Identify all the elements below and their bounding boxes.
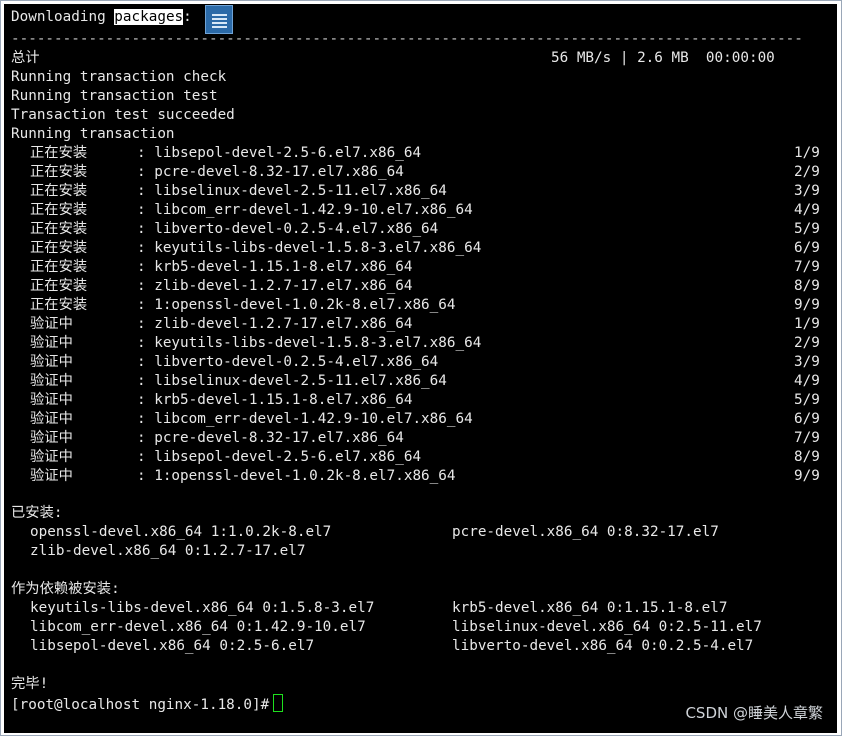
action-label: 验证中	[30, 449, 73, 465]
action-label: 正在安装	[30, 164, 88, 180]
complete-label: 完毕!	[11, 676, 49, 692]
dependency-package: krb5-devel.x86_64 0:1.15.1-8.el7	[452, 600, 728, 616]
package-name: : zlib-devel-1.2.7-17.el7.x86_64	[137, 316, 413, 332]
dependency-package: libsepol-devel.x86_64 0:2.5-6.el7	[30, 638, 315, 654]
action-label: 验证中	[30, 373, 73, 389]
status-line: Running transaction	[11, 126, 175, 142]
progress-count: 4/9	[794, 202, 820, 218]
installed-package: openssl-devel.x86_64 1:1.0.2k-8.el7	[30, 524, 332, 540]
progress-count: 7/9	[794, 430, 820, 446]
total-line: 总计 56 MB/s | 2.6 MB 00:00:00	[11, 49, 775, 68]
dependency-row: libsepol-devel.x86_64 0:2.5-6.el7 libver…	[11, 637, 753, 656]
package-name: : 1:openssl-devel-1.0.2k-8.el7.x86_64	[137, 468, 456, 484]
action-label: 正在安装	[30, 297, 88, 313]
package-name: : libsepol-devel-2.5-6.el7.x86_64	[137, 449, 422, 465]
downloading-line: Downloading packages:	[11, 8, 192, 27]
action-label: 正在安装	[30, 259, 88, 275]
package-name: : libcom_err-devel-1.42.9-10.el7.x86_64	[137, 202, 473, 218]
progress-count: 4/9	[794, 373, 820, 389]
separator-line: ----------------------------------------…	[11, 31, 803, 47]
progress-count: 8/9	[794, 278, 820, 294]
installed-row: openssl-devel.x86_64 1:1.0.2k-8.el7 pcre…	[11, 523, 719, 542]
package-name: : krb5-devel-1.15.1-8.el7.x86_64	[137, 259, 413, 275]
package-name: : 1:openssl-devel-1.0.2k-8.el7.x86_64	[137, 297, 456, 313]
terminal-output[interactable]: Downloading packages: ------------------…	[4, 4, 837, 733]
package-name: : libselinux-devel-2.5-11.el7.x86_64	[137, 183, 447, 199]
package-name: : libverto-devel-0.2.5-4.el7.x86_64	[137, 221, 439, 237]
dependency-row: keyutils-libs-devel.x86_64 0:1.5.8-3.el7…	[11, 599, 727, 618]
progress-count: 8/9	[794, 449, 820, 465]
installed-package: zlib-devel.x86_64 0:1.2.7-17.el7	[30, 543, 306, 559]
progress-count: 6/9	[794, 411, 820, 427]
dependency-package: libselinux-devel.x86_64 0:2.5-11.el7	[452, 619, 762, 635]
progress-count: 3/9	[794, 183, 820, 199]
progress-count: 1/9	[794, 145, 820, 161]
action-label: 正在安装	[30, 145, 88, 161]
action-label: 验证中	[30, 392, 73, 408]
package-name: : zlib-devel-1.2.7-17.el7.x86_64	[137, 278, 413, 294]
installed-row: zlib-devel.x86_64 0:1.2.7-17.el7	[11, 542, 305, 561]
package-name: : libcom_err-devel-1.42.9-10.el7.x86_64	[137, 411, 473, 427]
dependency-package: libcom_err-devel.x86_64 0:1.42.9-10.el7	[30, 619, 366, 635]
dependency-row: libcom_err-devel.x86_64 0:1.42.9-10.el7 …	[11, 618, 762, 637]
action-label: 正在安装	[30, 183, 88, 199]
package-name: : krb5-devel-1.15.1-8.el7.x86_64	[137, 392, 413, 408]
total-label: 总计	[11, 50, 40, 66]
shell-prompt: [root@localhost nginx-1.18.0]#	[11, 697, 270, 713]
progress-count: 9/9	[794, 297, 820, 313]
csdn-watermark: CSDN @睡美人章繁	[685, 704, 823, 722]
progress-count: 9/9	[794, 468, 820, 484]
progress-count: 5/9	[794, 221, 820, 237]
package-name: : libverto-devel-0.2.5-4.el7.x86_64	[137, 354, 439, 370]
action-label: 正在安装	[30, 278, 88, 294]
progress-count: 2/9	[794, 335, 820, 351]
progress-count: 1/9	[794, 316, 820, 332]
action-label: 正在安装	[30, 202, 88, 218]
dependencies-label: 作为依赖被安装:	[11, 581, 120, 597]
package-name: : pcre-devel-8.32-17.el7.x86_64	[137, 430, 404, 446]
shell-prompt-line[interactable]: [root@localhost nginx-1.18.0]#	[11, 694, 284, 713]
progress-count: 5/9	[794, 392, 820, 408]
action-label: 正在安装	[30, 240, 88, 256]
downloading-text: Downloading	[11, 9, 115, 25]
progress-count: 2/9	[794, 164, 820, 180]
package-name: : libselinux-devel-2.5-11.el7.x86_64	[137, 373, 447, 389]
progress-count: 3/9	[794, 354, 820, 370]
action-label: 验证中	[30, 335, 73, 351]
colon-text: :	[183, 9, 192, 25]
progress-count: 6/9	[794, 240, 820, 256]
status-line: Running transaction check	[11, 69, 227, 85]
installed-label: 已安装:	[11, 505, 63, 521]
action-label: 验证中	[30, 316, 73, 332]
total-stats: 56 MB/s | 2.6 MB 00:00:00	[551, 50, 775, 66]
cursor-block	[273, 694, 284, 712]
action-label: 验证中	[30, 430, 73, 446]
status-line: Transaction test succeeded	[11, 107, 235, 123]
action-label: 验证中	[30, 468, 73, 484]
package-name: : pcre-devel-8.32-17.el7.x86_64	[137, 164, 404, 180]
status-line: Running transaction test	[11, 88, 218, 104]
dependency-package: libverto-devel.x86_64 0:0.2.5-4.el7	[452, 638, 754, 654]
action-label: 正在安装	[30, 221, 88, 237]
package-name: : keyutils-libs-devel-1.5.8-3.el7.x86_64	[137, 240, 482, 256]
installed-package: pcre-devel.x86_64 0:8.32-17.el7	[452, 524, 719, 540]
progress-count: 7/9	[794, 259, 820, 275]
action-label: 验证中	[30, 411, 73, 427]
action-label: 验证中	[30, 354, 73, 370]
package-name: : keyutils-libs-devel-1.5.8-3.el7.x86_64	[137, 335, 482, 351]
package-name: : libsepol-devel-2.5-6.el7.x86_64	[137, 145, 422, 161]
terminal-window: Downloading packages: ------------------…	[0, 0, 842, 736]
dependency-package: keyutils-libs-devel.x86_64 0:1.5.8-3.el7	[30, 600, 375, 616]
selected-text-packages[interactable]: packages	[114, 9, 184, 25]
